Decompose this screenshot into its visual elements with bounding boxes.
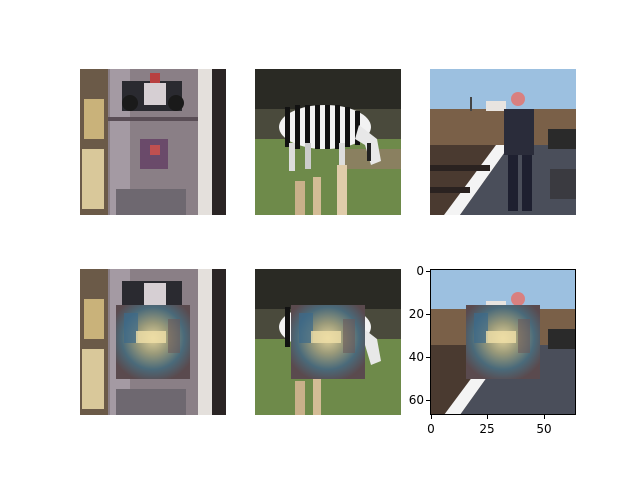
image-panel-fridge-patched (80, 269, 226, 415)
platform-patched-image (430, 269, 576, 415)
x-tick-label: 0 (427, 422, 435, 436)
x-tick-50 (544, 415, 545, 419)
y-tick-0 (426, 271, 430, 272)
y-tick-60 (426, 400, 430, 401)
image-panel-platform (430, 69, 576, 215)
image-panel-zebra (255, 69, 401, 215)
image-panel-platform-patched (430, 269, 576, 415)
x-tick-25 (487, 415, 488, 419)
y-tick-40 (426, 357, 430, 358)
zebra-patched-image (255, 269, 401, 415)
y-tick-label: 0 (416, 264, 424, 278)
fridge-patched-image (80, 269, 226, 415)
y-tick-label: 40 (408, 350, 424, 364)
fridge-image (80, 69, 226, 215)
x-tick-0 (431, 415, 432, 419)
y-tick-label: 60 (408, 393, 424, 407)
image-panel-zebra-patched (255, 269, 401, 415)
y-tick-20 (426, 314, 430, 315)
y-tick-label: 20 (408, 307, 424, 321)
zebra-image (255, 69, 401, 215)
x-tick-label: 50 (536, 422, 552, 436)
image-panel-fridge (80, 69, 226, 215)
platform-image (430, 69, 576, 215)
x-tick-label: 25 (479, 422, 495, 436)
